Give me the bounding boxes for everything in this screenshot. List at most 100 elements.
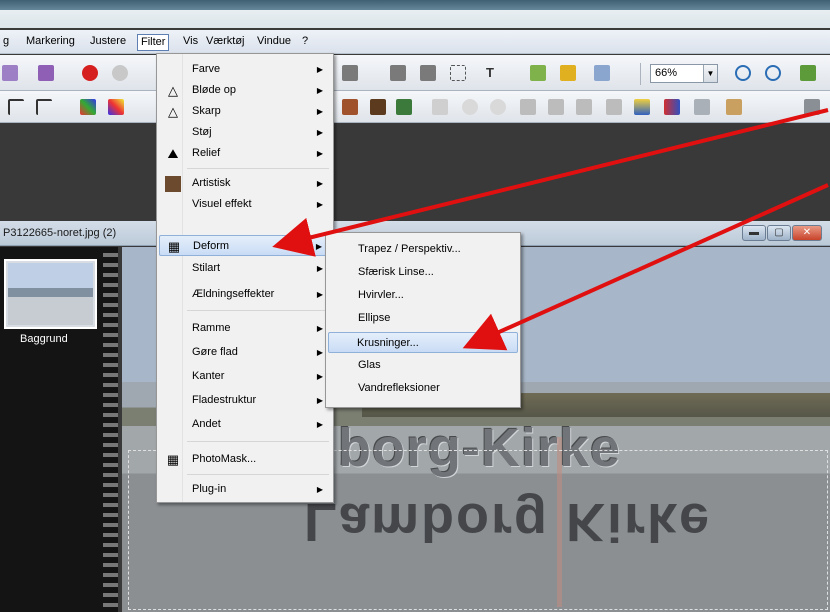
tool-icon-2[interactable] [390,65,406,81]
submenu-arrow-icon: ▶ [316,420,323,429]
portrait-icon [165,176,181,192]
text-tool-icon[interactable]: T [482,65,498,81]
submenu-arrow-icon: ▶ [316,107,323,116]
menu-help[interactable]: ? [299,34,311,51]
window-frame [0,0,830,28]
submenu-arrow-icon: ▶ [316,149,323,158]
drop-icon-2[interactable] [490,99,506,115]
submenu-arrow-icon: ▶ [316,348,323,357]
photomask-icon: ▦ [166,452,180,467]
submenu-arrow-icon: ▶ [316,200,323,209]
submenu-item-ellipse[interactable]: Ellipse [328,308,518,329]
fit-window-icon[interactable] [800,65,816,81]
menu-item-farve[interactable]: Farve ▶ [159,59,331,80]
tool-icon-8[interactable] [520,99,536,115]
submenu-arrow-icon: ▶ [316,372,323,381]
submenu-item-glas[interactable]: Glas [328,355,518,376]
layers-icon[interactable] [530,65,546,81]
tool-icon-16[interactable] [804,99,820,115]
menu-item-stoej[interactable]: Støj ▶ [159,122,331,143]
triangle-icon: △ [168,104,178,119]
undo-icon[interactable] [82,65,98,81]
menu-separator [187,474,329,475]
tool-icon-15[interactable] [726,99,742,115]
document-title: P3122665-noret.jpg (2) [3,227,117,239]
submenu-item-hvirvler[interactable]: Hvirvler... [328,285,518,306]
color-icon-2[interactable] [108,99,124,115]
menu-item-visuel-effekt[interactable]: Visuel effekt ▶ [159,194,331,215]
menu-markering[interactable]: Markering [23,34,78,51]
select-rect-icon[interactable] [450,65,466,81]
tool-icon-10[interactable] [576,99,592,115]
menu-file[interactable]: g [0,34,12,51]
tool-icon-11[interactable] [606,99,622,115]
menu-item-skarp[interactable]: △ Skarp ▶ [159,101,331,122]
menu-bar: g Markering Justere Filter Vis Værktøj V… [0,30,830,54]
menu-item-andet[interactable]: Andet ▶ [159,414,331,435]
menu-item-photomask[interactable]: ▦ PhotoMask... [159,449,331,470]
menu-filter[interactable]: Filter [137,34,170,51]
tool-icon-14[interactable] [694,99,710,115]
menu-justere[interactable]: Justere [87,34,129,51]
tool-icon-12[interactable] [634,99,650,115]
submenu-item-trapez[interactable]: Trapez / Perspektiv... [328,239,518,260]
close-button[interactable]: ✕ [792,225,822,241]
submenu-arrow-icon: ▶ [316,396,323,405]
grid-icon: ▦ [167,239,181,254]
maximize-button[interactable]: ▢ [767,225,791,241]
effects-icon[interactable] [560,65,576,81]
print-icon[interactable] [2,65,18,81]
menu-vaerktoej[interactable]: Værktøj [203,34,248,51]
menu-item-plug-in[interactable]: Plug-in ▶ [159,479,331,500]
submenu-item-sfaerisk-linse[interactable]: Sfærisk Linse... [328,262,518,283]
menu-item-stilart[interactable]: Stilart ▶ [159,258,331,279]
menu-item-deform[interactable]: ▦ Deform ▶ [159,235,331,256]
submenu-arrow-icon: ▶ [316,128,323,137]
tool-icon-13[interactable] [664,99,680,115]
layer-thumbnail[interactable] [4,259,97,329]
film-strip [103,247,118,612]
tool-icon-5[interactable] [370,99,386,115]
secondary-toolbar [0,91,830,123]
layer-label[interactable]: Baggrund [20,333,68,345]
align-icon-1[interactable] [8,99,24,115]
redo-icon[interactable] [112,65,128,81]
relief-icon: ⛰ [167,146,179,161]
color-icon-1[interactable] [80,99,96,115]
tool-icon-4[interactable] [342,99,358,115]
zoom-in-icon[interactable] [735,65,751,81]
align-icon-2[interactable] [36,99,52,115]
tool-icon-6[interactable] [396,99,412,115]
tool-icon-7[interactable] [432,99,448,115]
menu-item-goere-flad[interactable]: Gøre flad ▶ [159,342,331,363]
menu-item-fladestruktur[interactable]: Fladestruktur ▶ [159,390,331,411]
minimize-button[interactable]: ▬ [742,225,766,241]
layer-panel: Baggrund [0,247,118,612]
menu-separator [187,310,329,311]
tool-icon-3[interactable] [420,65,436,81]
zoom-out-icon[interactable] [765,65,781,81]
screen-icon[interactable] [594,65,610,81]
menu-item-relief[interactable]: ⛰ Relief ▶ [159,143,331,164]
scan-icon[interactable] [38,65,54,81]
menu-vindue[interactable]: Vindue [254,34,294,51]
menu-separator [187,441,329,442]
menu-item-kanter[interactable]: Kanter ▶ [159,366,331,387]
submenu-arrow-icon: ▶ [316,264,323,273]
submenu-item-vandrefleksioner[interactable]: Vandrefleksioner [328,378,518,399]
drop-icon-1[interactable] [462,99,478,115]
menu-item-artistisk[interactable]: Artistisk ▶ [159,173,331,194]
tool-icon-9[interactable] [548,99,564,115]
menu-item-bloede-op[interactable]: △ Bløde op ▶ [159,80,331,101]
filter-menu: Farve ▶ △ Bløde op ▶ △ Skarp ▶ Støj ▶ ⛰ Relief ▶… [156,53,334,503]
chevron-down-icon[interactable]: ▼ [703,65,717,82]
submenu-arrow-icon: ▶ [316,290,323,299]
tool-icon-1[interactable] [342,65,358,81]
submenu-item-krusninger[interactable]: Krusninger... [328,332,518,353]
main-toolbar: T 66% ▼ [0,55,830,91]
menu-item-ramme[interactable]: Ramme ▶ [159,318,331,339]
submenu-arrow-icon: ▶ [315,242,322,251]
menu-vis[interactable]: Vis [180,34,201,51]
menu-item-aeldningseffekter[interactable]: Ældningseffekter ▶ [159,284,331,305]
submenu-arrow-icon: ▶ [316,179,323,188]
